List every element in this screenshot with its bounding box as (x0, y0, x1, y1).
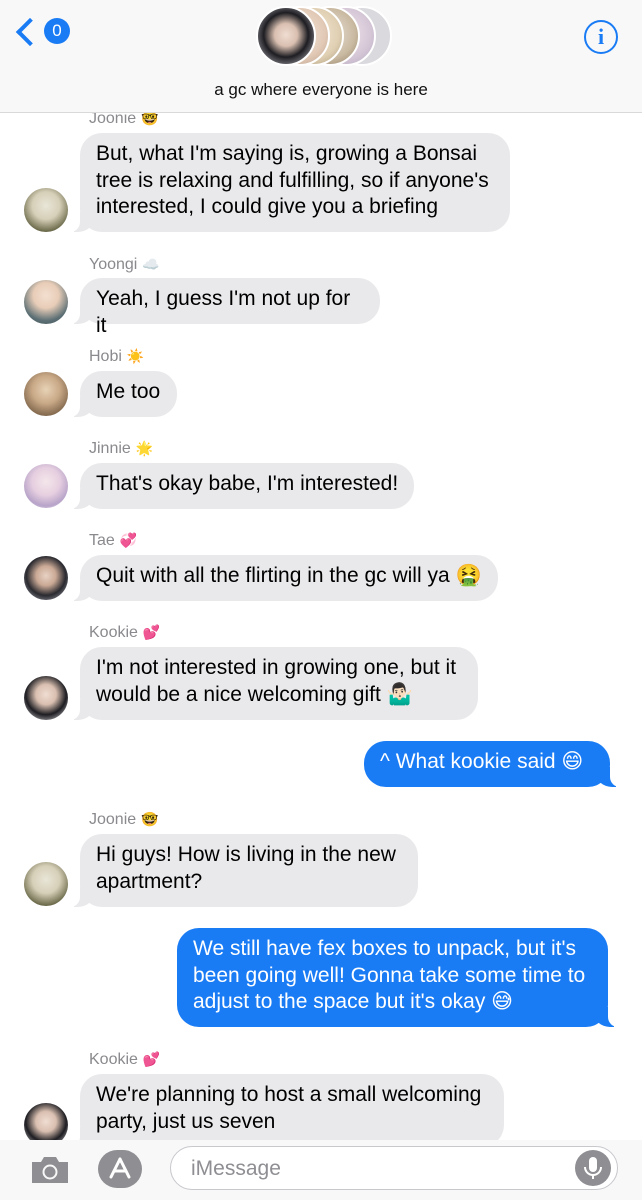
avatar[interactable] (24, 862, 68, 906)
message-bubble-incoming[interactable]: Me too (70, 371, 177, 417)
sender-name: Kookie 💕 (89, 1051, 161, 1068)
message-bubble-incoming[interactable]: But, what I'm saying is, growing a Bonsa… (70, 133, 510, 232)
camera-icon[interactable] (30, 1156, 70, 1184)
conversation-header: 0 a gc where everyone is here i (0, 0, 642, 113)
avatar[interactable] (24, 280, 68, 324)
avatar[interactable] (24, 188, 68, 232)
app-store-icon (109, 1157, 131, 1179)
sender-name: Hobi ☀️ (89, 348, 145, 365)
unread-count-badge: 0 (44, 18, 70, 44)
app-store-button[interactable] (98, 1150, 142, 1188)
message-thread: Joonie 🤓 But, what I'm saying is, growing… (0, 0, 642, 1200)
dictation-button[interactable] (575, 1150, 611, 1186)
avatar (256, 6, 316, 66)
message-bubble-incoming[interactable]: Quit with all the flirting in the gc wil… (70, 555, 498, 601)
back-button[interactable]: 0 (15, 17, 70, 47)
avatar[interactable] (24, 372, 68, 416)
message-input[interactable] (189, 1154, 573, 1184)
page-title[interactable]: a gc where everyone is here (0, 80, 642, 100)
message-input-container (170, 1146, 618, 1190)
info-button[interactable]: i (584, 20, 618, 54)
message-bubble-incoming[interactable]: That's okay babe, I'm interested! (70, 463, 414, 509)
sender-name: Yoongi ☁️ (89, 256, 160, 273)
sender-name: Kookie 💕 (89, 624, 161, 641)
avatar[interactable] (24, 464, 68, 508)
message-bubble-incoming[interactable]: Hi guys! How is living in the new apartm… (70, 834, 418, 907)
message-bubble-incoming[interactable]: Yeah, I guess I'm not up for it (70, 278, 380, 337)
avatar[interactable] (24, 676, 68, 720)
info-icon: i (597, 24, 605, 49)
avatar[interactable] (24, 556, 68, 600)
microphone-icon (584, 1157, 602, 1179)
group-avatar-stack[interactable] (256, 6, 396, 66)
sender-name: Tae 💞 (89, 532, 138, 549)
message-bubble-incoming[interactable]: We're planning to host a small welcoming… (70, 1074, 504, 1147)
sender-name: Joonie 🤓 (89, 811, 159, 828)
chevron-left-icon (15, 17, 45, 47)
message-bubble-outgoing[interactable]: ^ What kookie said 😄 (364, 741, 620, 787)
message-bubble-incoming[interactable]: I'm not interested in growing one, but i… (70, 647, 478, 720)
message-bubble-outgoing[interactable]: We still have fex boxes to unpack, but i… (177, 928, 618, 1027)
message-composer (0, 1140, 642, 1200)
sender-name: Jinnie 🌟 (89, 440, 154, 457)
